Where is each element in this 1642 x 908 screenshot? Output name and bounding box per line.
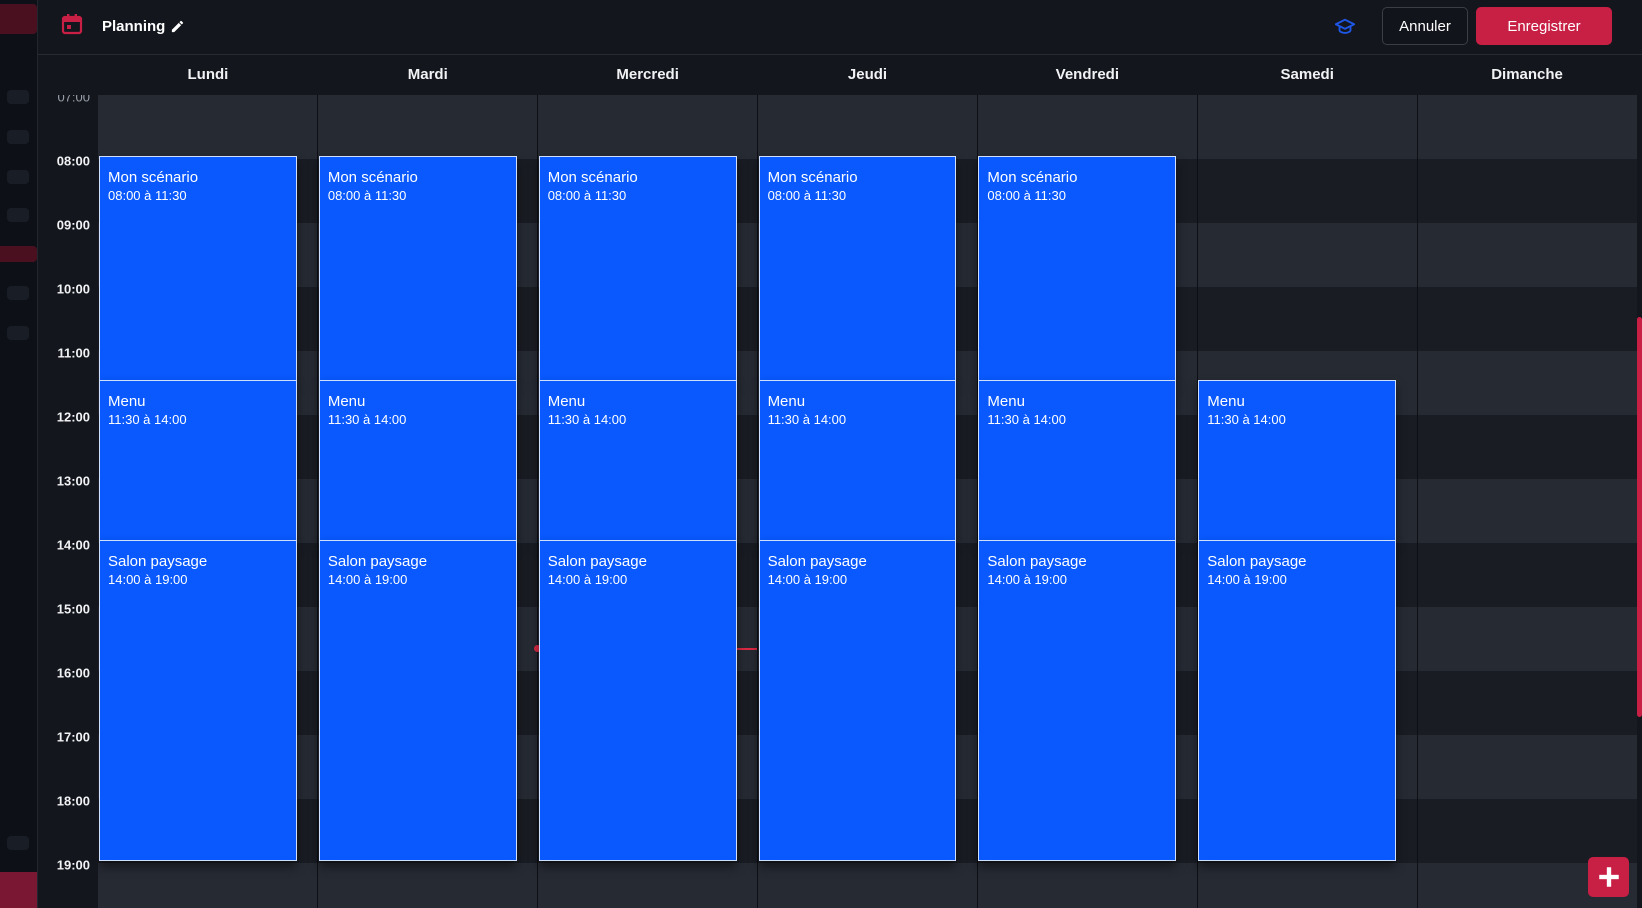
event-title: Menu [1207, 393, 1245, 410]
event-title: Mon scénario [108, 169, 199, 186]
sidebar-item-2[interactable] [7, 130, 29, 144]
pencil-icon[interactable] [170, 19, 185, 34]
add-event-button[interactable] [1588, 857, 1629, 897]
event-block[interactable]: Salon paysage 14:00 à 19:00 [758, 540, 957, 861]
time-label: 12:00 [56, 409, 90, 425]
graduation-cap-icon[interactable] [1334, 16, 1356, 38]
time-label: 17:00 [56, 729, 90, 745]
event-time: 11:30 à 14:00 [327, 412, 407, 427]
event-block[interactable]: Salon paysage 14:00 à 19:00 [99, 540, 297, 861]
event-time: 14:00 à 19:00 [767, 572, 848, 587]
hour-band [98, 95, 1637, 159]
event-time: 11:30 à 14:00 [547, 412, 627, 427]
event-time: 14:00 à 19:00 [987, 572, 1067, 587]
event-title: Menu [108, 393, 146, 410]
event-time: 14:00 à 19:00 [108, 572, 188, 587]
event-block[interactable]: Salon paysage 14:00 à 19:00 [1198, 540, 1397, 861]
event-title: Menu [327, 393, 366, 410]
event-title: Salon paysage [1207, 553, 1307, 570]
sidebar-logo[interactable] [0, 4, 37, 34]
event-block[interactable]: Salon paysage 14:00 à 19:00 [538, 540, 737, 861]
time-axis: 07:00 08:00 09:00 10:00 11:00 12:00 13:0… [38, 95, 98, 908]
column-divider [1417, 95, 1418, 908]
event-block[interactable]: Menu 11:30 à 14:00 [318, 380, 517, 541]
event-time: 08:00 à 11:30 [108, 188, 187, 203]
event-time: 11:30 à 14:00 [767, 412, 847, 427]
app-sidebar [0, 0, 38, 908]
sidebar-item-1[interactable] [7, 90, 29, 104]
event-title: Salon paysage [108, 553, 208, 570]
event-title: Salon paysage [547, 553, 647, 570]
page-header: Planning Annuler Enregistrer [38, 0, 1642, 55]
event-title: Mon scénario [547, 169, 638, 186]
event-title: Salon paysage [327, 553, 428, 570]
time-label: 18:00 [56, 793, 90, 809]
event-block[interactable]: Menu 11:30 à 14:00 [978, 380, 1177, 541]
sidebar-item-active[interactable] [0, 246, 37, 262]
event-time: 11:30 à 14:00 [108, 412, 187, 427]
day-headers: Lundi Mardi Mercredi Jeudi Vendredi Same… [98, 55, 1637, 95]
event-time: 08:00 à 11:30 [327, 188, 407, 203]
time-label: 16:00 [56, 665, 90, 681]
time-label: 15:00 [56, 601, 90, 617]
sidebar-item-settings[interactable] [7, 836, 29, 850]
event-block[interactable]: Menu 11:30 à 14:00 [1198, 380, 1397, 541]
time-label: 14:00 [56, 537, 90, 553]
day-header-mercredi: Mercredi [616, 66, 679, 83]
event-block[interactable]: Menu 11:30 à 14:00 [538, 380, 737, 541]
event-block[interactable]: Mon scénario 08:00 à 11:30 [538, 156, 737, 381]
event-title: Salon paysage [767, 553, 867, 570]
event-block[interactable]: Mon scénario 08:00 à 11:30 [758, 156, 957, 381]
event-block[interactable]: Mon scénario 08:00 à 11:30 [318, 156, 517, 381]
time-label: 11:00 [57, 345, 90, 361]
vertical-scrollbar[interactable] [1637, 317, 1642, 717]
column-divider [317, 95, 318, 908]
day-header-mardi: Mardi [407, 66, 448, 83]
day-header-vendredi: Vendredi [1055, 66, 1120, 83]
sidebar-item-6[interactable] [7, 326, 29, 340]
sidebar-user[interactable] [0, 872, 37, 908]
time-label: 10:00 [56, 281, 90, 297]
event-title: Mon scénario [327, 169, 418, 186]
day-header-dimanche: Dimanche [1491, 66, 1563, 83]
event-block[interactable]: Menu 11:30 à 14:00 [758, 380, 957, 541]
time-label: 07:00 [57, 95, 90, 105]
day-header-samedi: Samedi [1280, 66, 1334, 83]
event-block[interactable]: Mon scénario 08:00 à 11:30 [978, 156, 1177, 381]
event-time: 08:00 à 11:30 [767, 188, 847, 203]
event-time: 11:30 à 14:00 [987, 412, 1066, 427]
event-block[interactable]: Mon scénario 08:00 à 11:30 [99, 156, 297, 381]
calendar-icon [61, 14, 83, 35]
event-block[interactable]: Menu 11:30 à 14:00 [99, 380, 297, 541]
time-label: 08:00 [56, 153, 90, 169]
sidebar-item-4[interactable] [7, 208, 29, 222]
event-time: 14:00 à 19:00 [1207, 572, 1287, 587]
event-time: 08:00 à 11:30 [987, 188, 1066, 203]
time-label: 09:00 [56, 217, 90, 233]
week-grid[interactable]: Mon scénario 08:00 à 11:30 Mon scénario 08:… [98, 95, 1637, 908]
cancel-button[interactable]: Annuler [1382, 7, 1468, 45]
page-title: Planning [102, 18, 166, 35]
event-title: Mon scénario [987, 169, 1078, 186]
day-header-jeudi: Jeudi [847, 66, 888, 83]
plus-icon [1598, 867, 1619, 887]
event-block[interactable]: Salon paysage 14:00 à 19:00 [978, 540, 1177, 861]
day-header-lundi: Lundi [187, 66, 229, 83]
event-title: Salon paysage [987, 553, 1087, 570]
save-button[interactable]: Enregistrer [1476, 7, 1612, 45]
event-time: 14:00 à 19:00 [327, 572, 408, 587]
sidebar-item-5[interactable] [7, 286, 29, 300]
hour-band [98, 863, 1637, 908]
time-label: 13:00 [56, 473, 90, 489]
event-title: Menu [767, 393, 806, 410]
event-title: Mon scénario [767, 169, 858, 186]
event-title: Menu [547, 393, 586, 410]
event-title: Menu [987, 393, 1025, 410]
event-time: 14:00 à 19:00 [547, 572, 628, 587]
time-label: 19:00 [56, 857, 90, 873]
event-time: 11:30 à 14:00 [1207, 412, 1286, 427]
sidebar-item-3[interactable] [7, 170, 29, 184]
event-block[interactable]: Salon paysage 14:00 à 19:00 [318, 540, 517, 861]
event-time: 08:00 à 11:30 [547, 188, 627, 203]
